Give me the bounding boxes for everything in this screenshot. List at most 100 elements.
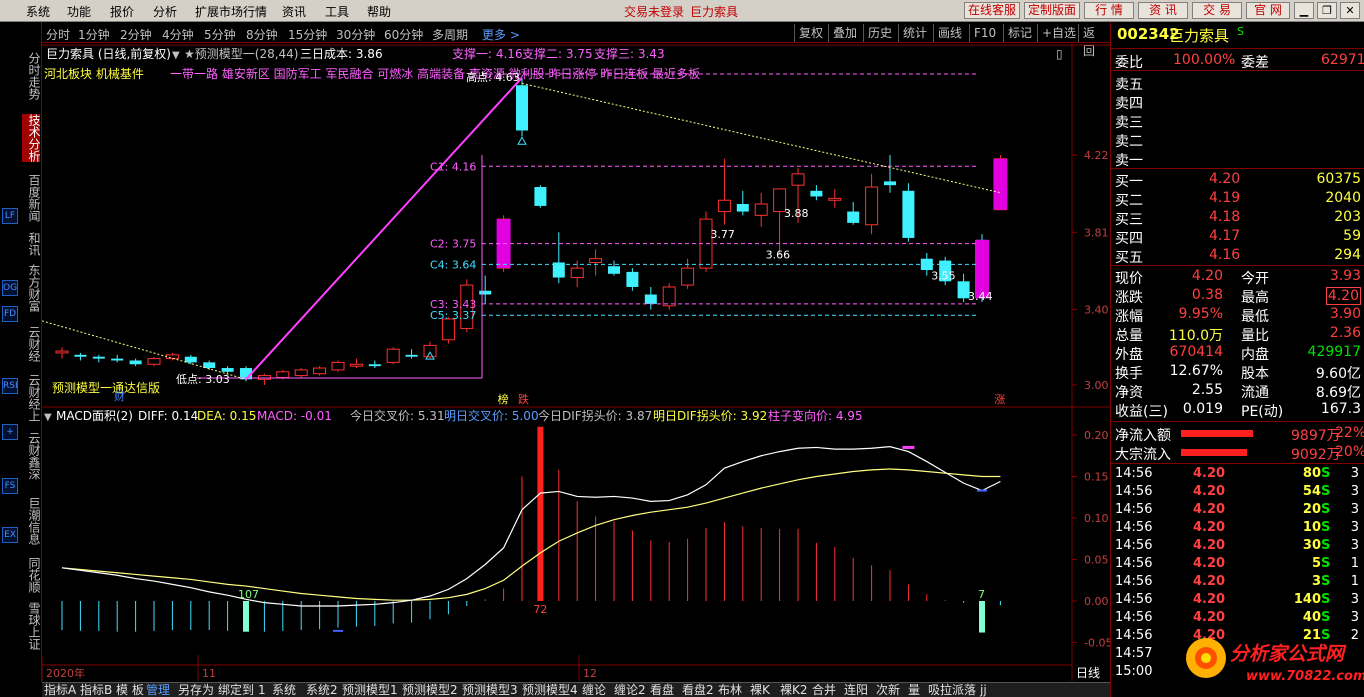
bottom-tab-13[interactable]: 缠论 <box>582 684 606 697</box>
panel-scroll-icon[interactable]: ▯ <box>1056 47 1063 61</box>
tool-icon-fs[interactable]: FS <box>2 478 18 494</box>
sidebar-tab-yuncaixin[interactable]: 云财鑫深 <box>22 432 41 480</box>
tool-icon-lf[interactable]: LF <box>2 208 18 224</box>
ask-row[interactable]: 卖五 <box>1111 73 1364 93</box>
bottom-tab-3[interactable]: 管理 <box>146 684 170 697</box>
back-button[interactable]: 返回 <box>1078 24 1110 58</box>
bottom-tab-23[interactable]: 量 <box>908 684 920 697</box>
bottom-tab-2[interactable]: 模 板 <box>116 684 144 697</box>
draw-line-button[interactable]: 画线 <box>933 24 966 42</box>
bottom-tab-7[interactable]: 系统 <box>272 684 296 697</box>
bottom-tab-11[interactable]: 预测模型3 <box>462 684 518 697</box>
candle[interactable] <box>423 341 437 359</box>
bottom-tab-19[interactable]: 裸K2 <box>780 684 808 697</box>
bid-row[interactable]: 买三 4.18 203 <box>1111 208 1364 228</box>
ask-row[interactable]: 卖四 <box>1111 92 1364 112</box>
candle[interactable] <box>184 354 197 365</box>
ask-row[interactable]: 卖二 <box>1111 130 1364 150</box>
ask-row[interactable]: 卖一 <box>1111 149 1364 169</box>
bottom-tab-4[interactable]: 另存为 <box>178 684 214 697</box>
menu-item-help[interactable]: 帮助 <box>367 3 391 20</box>
minimize-icon[interactable]: ▁ <box>1294 2 1314 19</box>
menu-item-tools[interactable]: 工具 <box>325 3 349 20</box>
candle[interactable] <box>479 275 492 304</box>
add-favorite-button[interactable]: +自选 <box>1037 24 1080 42</box>
candle[interactable] <box>847 202 860 225</box>
candle[interactable] <box>754 192 768 227</box>
bottom-tab-6[interactable]: 1 <box>258 684 266 697</box>
bottom-tab-9[interactable]: 预测模型1 <box>342 684 398 697</box>
candle[interactable] <box>313 366 327 376</box>
mark-button[interactable]: 标记 <box>1003 24 1036 42</box>
candle[interactable] <box>74 352 87 361</box>
close-icon[interactable]: ✕ <box>1340 2 1360 19</box>
candle[interactable] <box>331 360 345 372</box>
online-service-button[interactable]: 在线客服 <box>964 2 1020 19</box>
candle[interactable] <box>165 352 179 361</box>
candle[interactable] <box>92 354 105 363</box>
period-tab-intraday[interactable]: 分时 <box>46 26 70 43</box>
period-tab-15min[interactable]: 15分钟 <box>288 26 327 43</box>
bottom-tab-21[interactable]: 连阳 <box>844 684 868 697</box>
sidebar-tab-cninfo[interactable]: 巨潮信息 <box>22 497 41 545</box>
candle[interactable] <box>699 211 713 272</box>
candle[interactable] <box>626 268 639 291</box>
candle[interactable] <box>589 249 603 276</box>
fuquan-button[interactable]: 复权 <box>794 24 827 42</box>
candle[interactable] <box>111 354 124 363</box>
bottom-tab-0[interactable]: 指标A <box>44 684 76 697</box>
candle[interactable] <box>294 368 308 378</box>
chevron-down-icon[interactable]: ▼ <box>44 412 52 423</box>
ask-row[interactable]: 卖三 <box>1111 111 1364 131</box>
official-site-button[interactable]: 官 网 <box>1246 2 1290 19</box>
candle[interactable] <box>608 260 620 276</box>
period-tab-2min[interactable]: 2分钟 <box>120 26 152 43</box>
sidebar-tab-technical[interactable]: 技术分析 <box>22 114 41 162</box>
bottom-tab-18[interactable]: 裸K <box>750 684 770 697</box>
history-button[interactable]: 历史 <box>863 24 896 42</box>
period-tab-60min[interactable]: 60分钟 <box>384 26 423 43</box>
candle[interactable] <box>405 349 418 359</box>
sidebar-tab-baidu-news[interactable]: 百度新闻 <box>22 174 41 222</box>
sidebar-tab-tonghuashun[interactable]: 同花顺 <box>22 557 41 593</box>
bottom-tab-16[interactable]: 看盘2 <box>682 684 714 697</box>
candle[interactable] <box>349 358 363 369</box>
period-more-button[interactable]: 更多 > <box>482 26 520 43</box>
candle[interactable] <box>55 347 69 359</box>
bid-row[interactable]: 买一 4.20 60375 <box>1111 170 1364 190</box>
overlay-button[interactable]: 叠加 <box>828 24 861 42</box>
menu-item-analysis[interactable]: 分析 <box>153 3 177 20</box>
candle[interactable] <box>736 190 749 216</box>
sidebar-tab-yuncaijing-sh[interactable]: 云财经上 <box>22 374 41 422</box>
bottom-tab-12[interactable]: 预测模型4 <box>522 684 578 697</box>
menu-item-system[interactable]: 系统 <box>26 3 50 20</box>
bottom-tab-24[interactable]: 吸拉派落 <box>928 684 976 697</box>
candle[interactable] <box>662 283 676 310</box>
candle[interactable] <box>902 183 915 242</box>
kline-chart[interactable]: 4.22 3.81 3.40 3.00 0.20 0.15 0.10 0.05 0.00 -0.0… <box>42 43 1110 681</box>
sidebar-tab-xueqiu[interactable]: 雪球上证 <box>22 602 41 650</box>
f10-button[interactable]: F10 <box>969 24 1000 42</box>
bottom-tab-14[interactable]: 缠论2 <box>614 684 646 697</box>
bid-row[interactable]: 买五 4.16 294 <box>1111 246 1364 266</box>
move-icon[interactable]: + <box>2 424 18 440</box>
bottom-tab-22[interactable]: 次新 <box>876 684 900 697</box>
menu-item-news[interactable]: 资讯 <box>282 3 306 20</box>
trade-button[interactable]: 交 易 <box>1192 2 1242 19</box>
candle[interactable] <box>552 232 565 284</box>
period-tab-multi[interactable]: 多周期 <box>432 26 468 43</box>
stats-button[interactable]: 统计 <box>898 24 931 42</box>
candle[interactable] <box>368 360 381 369</box>
candle[interactable] <box>386 347 400 365</box>
period-tab-30min[interactable]: 30分钟 <box>336 26 375 43</box>
tool-icon-fd[interactable]: FD <box>2 306 18 322</box>
candle[interactable] <box>884 155 896 193</box>
chart-canvas[interactable]: 4.22 3.81 3.40 3.00 0.20 0.15 0.10 0.05 0.00 -0.0… <box>42 43 1110 681</box>
period-tab-8min[interactable]: 8分钟 <box>246 26 278 43</box>
chevron-down-icon[interactable]: ▼ <box>172 50 180 61</box>
sidebar-tab-hexun[interactable]: 和讯 <box>22 232 41 256</box>
candle[interactable] <box>129 358 142 367</box>
custom-layout-button[interactable]: 定制版面 <box>1024 2 1080 19</box>
candle[interactable] <box>865 173 879 235</box>
candle[interactable] <box>717 158 731 225</box>
